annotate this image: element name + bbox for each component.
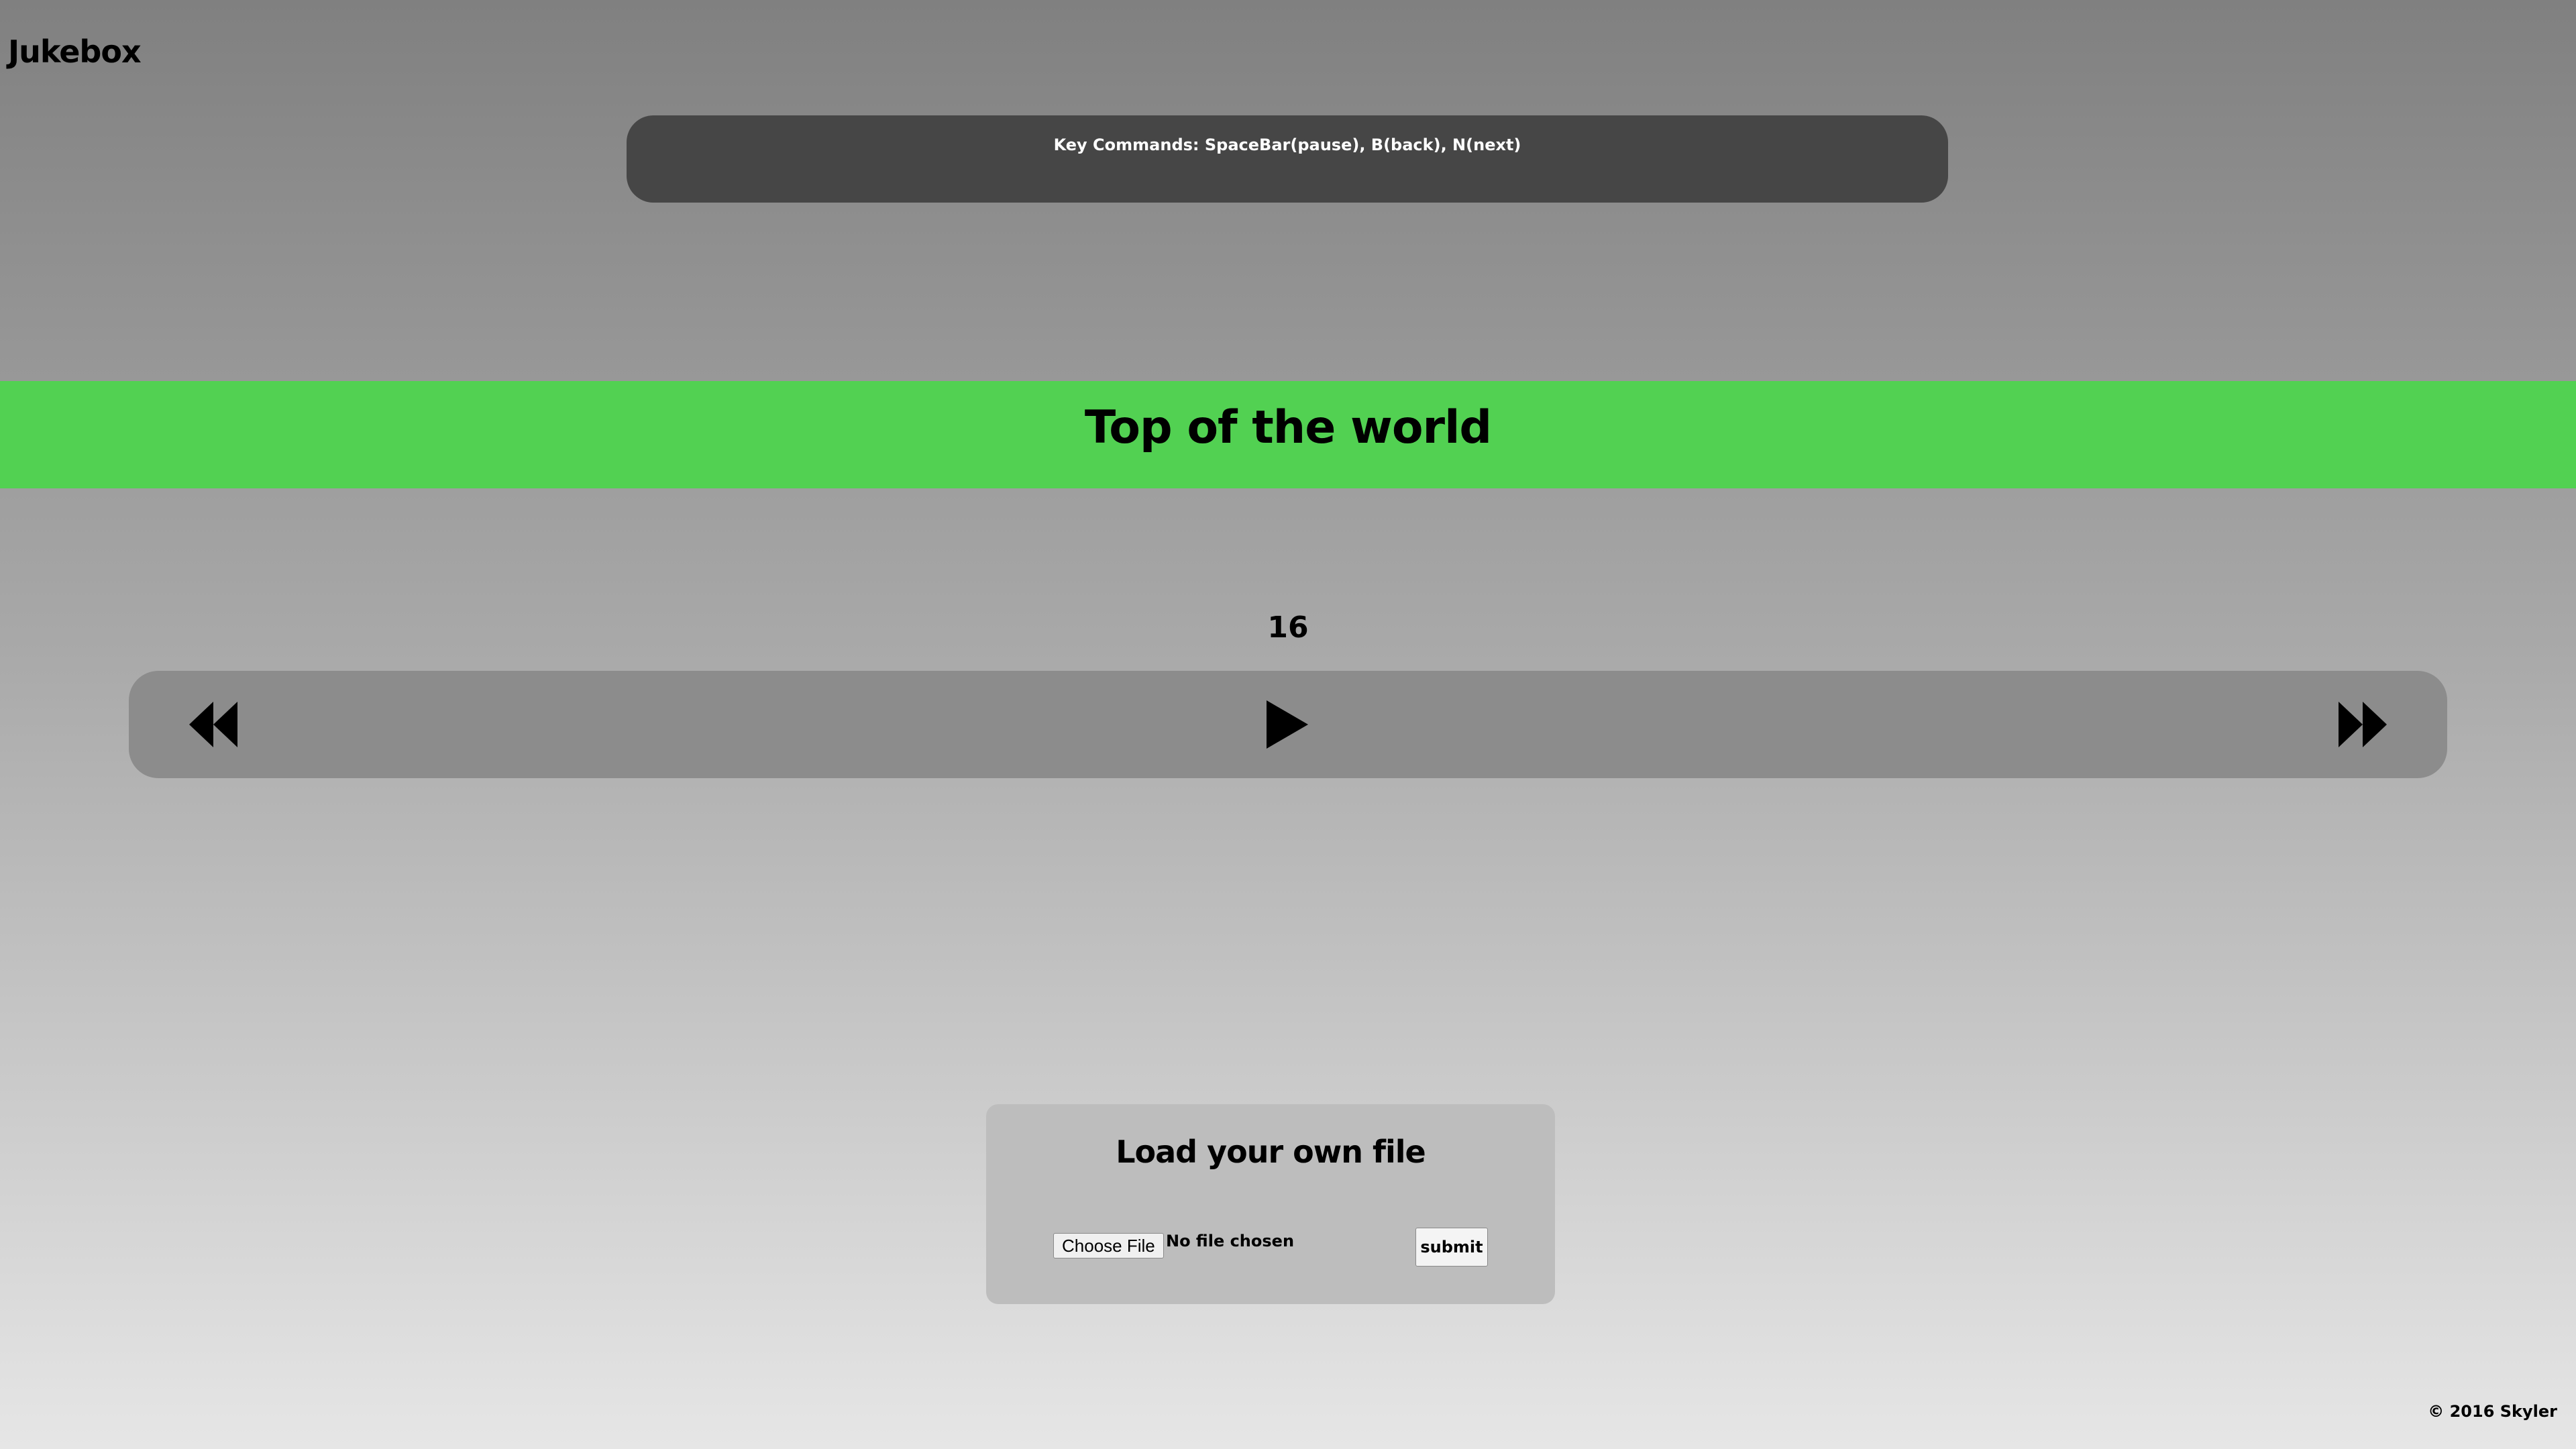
next-button[interactable] bbox=[2336, 698, 2390, 751]
key-commands-text: Key Commands: SpaceBar(pause), B(back), … bbox=[1053, 136, 1521, 154]
key-commands-panel: Key Commands: SpaceBar(pause), B(back), … bbox=[627, 115, 1948, 203]
back-button[interactable] bbox=[186, 698, 240, 751]
upload-title: Load your own file bbox=[1116, 1134, 1426, 1170]
play-icon bbox=[1267, 700, 1308, 749]
footer-copyright: © 2016 Skyler bbox=[2428, 1402, 2557, 1421]
file-status: No file chosen bbox=[1166, 1232, 1295, 1250]
submit-button[interactable]: submit bbox=[1415, 1228, 1488, 1267]
choose-file-button[interactable]: Choose File bbox=[1053, 1233, 1164, 1258]
rewind-icon bbox=[189, 702, 237, 747]
now-playing-banner: Top of the world bbox=[0, 381, 2576, 488]
upload-panel: Load your own file Choose File No file c… bbox=[986, 1104, 1555, 1304]
app-title: Jukebox bbox=[8, 34, 142, 70]
fast-forward-icon bbox=[2339, 702, 2387, 747]
track-number: 16 bbox=[1267, 610, 1309, 645]
song-title: Top of the world bbox=[1084, 401, 1492, 454]
play-button[interactable] bbox=[1264, 698, 1311, 751]
player-controls bbox=[129, 671, 2447, 778]
